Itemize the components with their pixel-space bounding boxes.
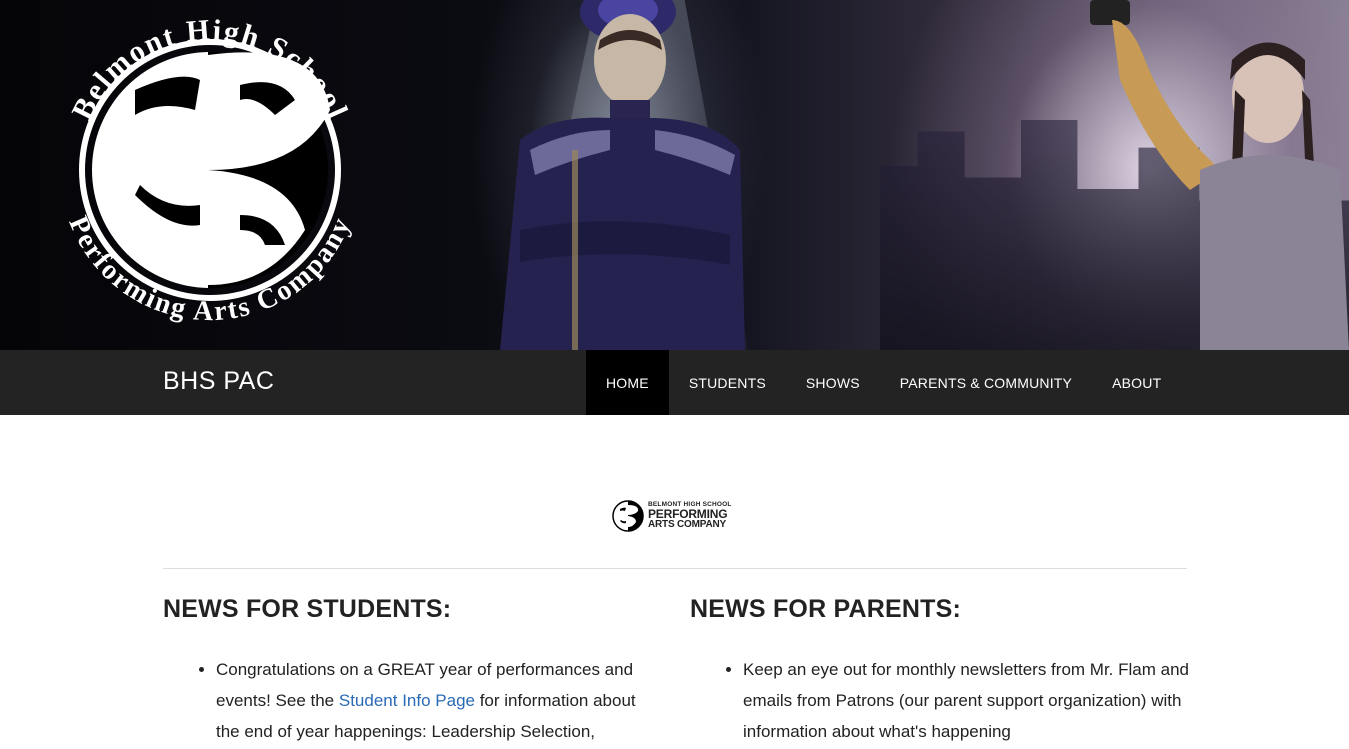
site-brand[interactable]: BHS PAC	[163, 367, 274, 396]
small-logo-icon	[612, 500, 644, 532]
students-news-list: Congratulations on a GREAT year of perfo…	[163, 654, 663, 747]
students-news-section: NEWS FOR STUDENTS: Congratulations on a …	[163, 595, 663, 747]
main-navbar: BHS PAC Home Students Shows Parents & Co…	[0, 350, 1349, 415]
small-logo-line3: ARTS COMPANY	[648, 519, 726, 531]
list-item: Congratulations on a GREAT year of perfo…	[216, 654, 663, 747]
parents-news-list: Keep an eye out for monthly newsletters …	[690, 654, 1190, 747]
hero-banner: Belmont High School Performing Arts Comp…	[0, 0, 1349, 350]
nav-item-students[interactable]: Students	[669, 350, 786, 415]
list-item: Keep an eye out for monthly newsletters …	[743, 654, 1190, 747]
nav-item-shows[interactable]: Shows	[786, 350, 880, 415]
parents-news-section: NEWS FOR PARENTS: Keep an eye out for mo…	[690, 595, 1190, 747]
nav-item-home[interactable]: Home	[586, 350, 669, 415]
nav-item-parents-community[interactable]: Parents & Community	[880, 350, 1092, 415]
nav-item-about[interactable]: About	[1092, 350, 1181, 415]
parents-news-heading: NEWS FOR PARENTS:	[690, 595, 961, 623]
content-divider	[163, 568, 1187, 569]
performer-right-image	[1090, 0, 1349, 350]
main-nav: Home Students Shows Parents & Community …	[586, 350, 1181, 415]
student-info-page-link[interactable]: Student Info Page	[339, 691, 475, 710]
performer-left-image	[500, 0, 745, 350]
students-news-heading: NEWS FOR STUDENTS:	[163, 595, 452, 623]
small-logo: BELMONT HIGH SCHOOL PERFORMING ARTS COMP…	[612, 498, 738, 534]
bhs-pac-logo: Belmont High School Performing Arts Comp…	[62, 13, 355, 327]
